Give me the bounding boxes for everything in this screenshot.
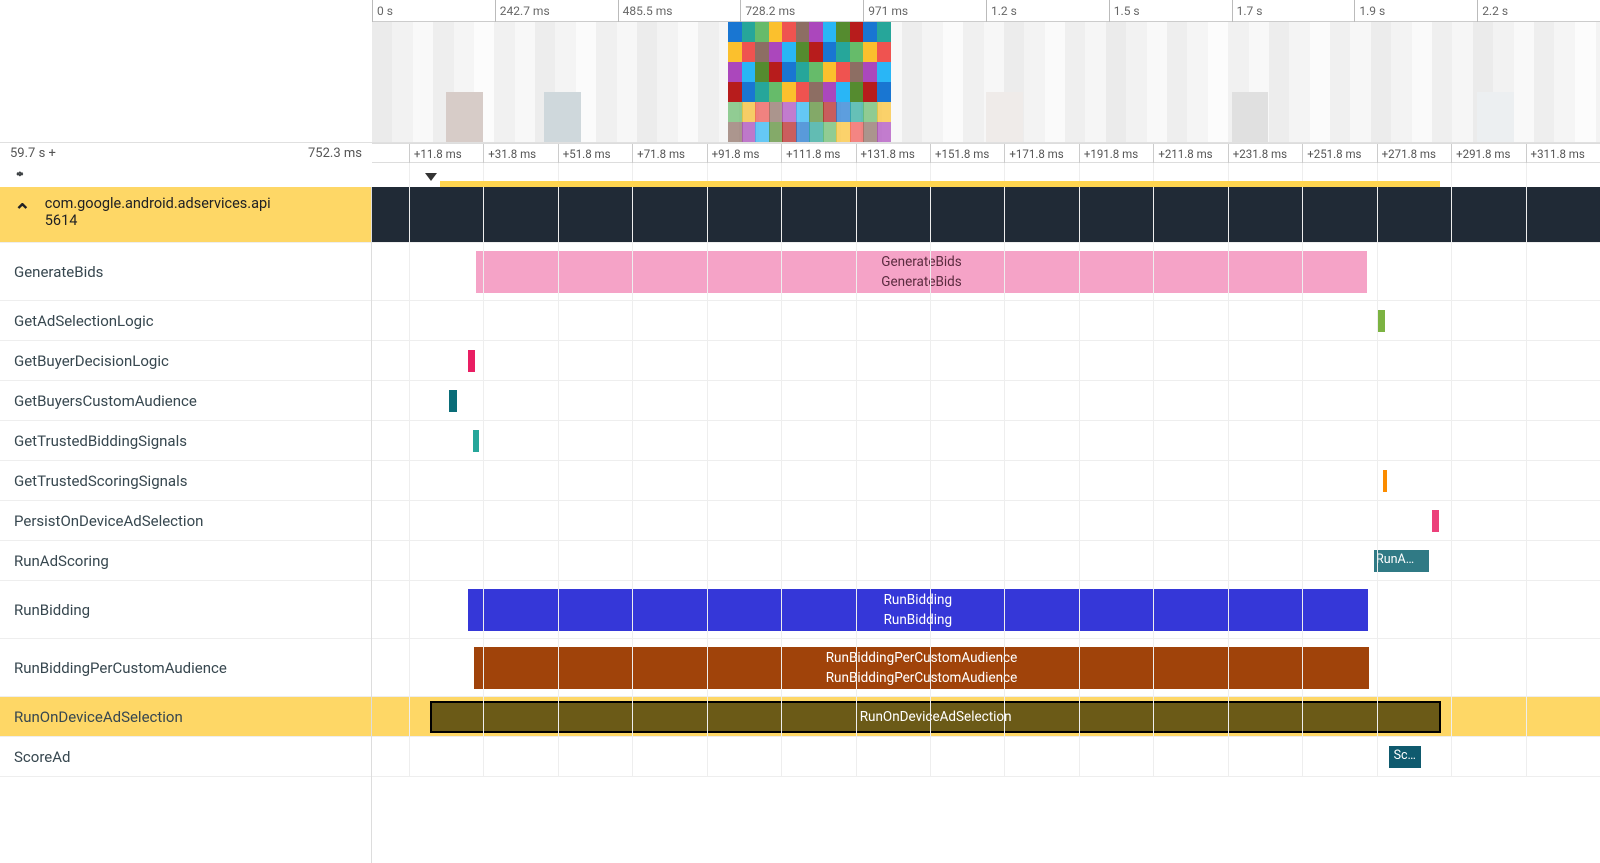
ruler-tick: +91.8 ms (707, 144, 760, 164)
track-label-persistondeviceadselection[interactable]: PersistOnDeviceAdSelection (0, 501, 371, 541)
slice-getbuyerscustomaudience[interactable] (449, 390, 456, 412)
track-label-getbuyerscustomaudience[interactable]: GetBuyersCustomAudience (0, 381, 371, 421)
chevron-up-icon: ⌃ (14, 199, 31, 223)
track-getadselectionlogic[interactable] (372, 301, 1600, 341)
ruler-tick: +51.8 ms (558, 144, 611, 164)
overview-tick: 2.2 s (1477, 0, 1508, 22)
slice-getadselectionlogic[interactable] (1377, 310, 1386, 332)
track-label-runondeviceadselection[interactable]: RunOnDeviceAdSelection (0, 697, 371, 737)
overview-tick: 1.5 s (1109, 0, 1140, 22)
overview-tick: 728.2 ms (740, 0, 795, 22)
ruler-tick: +271.8 ms (1377, 144, 1436, 164)
track-generatebids[interactable]: GenerateBids GenerateBids (372, 243, 1600, 301)
slice-runondeviceadselection[interactable]: RunOnDeviceAdSelection (431, 702, 1440, 732)
ruler-tick: +131.8 ms (856, 144, 915, 164)
slice-persistondeviceadselection[interactable] (1432, 510, 1439, 532)
track-label-runbiddingpercustomaudience[interactable]: RunBiddingPerCustomAudience (0, 639, 371, 697)
overview-tick: 0 s (372, 0, 393, 22)
ruler-tick: +171.8 ms (1004, 144, 1063, 164)
slice-gettrustedscoringsignals[interactable] (1383, 470, 1387, 492)
collapse-toggle[interactable]: ⌄ ⌃ (0, 163, 372, 187)
ruler-tick: +211.8 ms (1153, 144, 1212, 164)
ruler-tick: +191.8 ms (1079, 144, 1138, 164)
track-gettrustedbiddingsignals[interactable] (372, 421, 1600, 461)
slice-runbidding[interactable]: RunBidding RunBidding (468, 589, 1368, 631)
ruler-tick: +311.8 ms (1526, 144, 1585, 164)
track-scoread[interactable]: Sc… (372, 737, 1600, 777)
overview-minimap[interactable]: 0 s 242.7 ms 485.5 ms 728.2 ms 971 ms 1.2 s 1.… (0, 0, 1600, 143)
track-label-gettrustedbiddingsignals[interactable]: GetTrustedBiddingSignals (0, 421, 371, 461)
overview-ruler[interactable]: 0 s 242.7 ms 485.5 ms 728.2 ms 971 ms 1.2 s 1.… (372, 0, 1600, 22)
process-pid: 5614 (45, 212, 271, 229)
overview-tick: 1.7 s (1232, 0, 1263, 22)
ruler-tick: +111.8 ms (781, 144, 840, 164)
slice-runadscoring[interactable]: RunA… (1374, 550, 1429, 572)
ruler-tick: +251.8 ms (1302, 144, 1361, 164)
track-runbiddingpercustomaudience[interactable]: RunBiddingPerCustomAudience RunBiddingPe… (372, 639, 1600, 697)
slice-gettrustedbiddingsignals[interactable] (473, 430, 479, 452)
ruler-tick: +11.8 ms (409, 144, 462, 164)
ruler-tick: +151.8 ms (930, 144, 989, 164)
slice-generatebids[interactable]: GenerateBids GenerateBids (476, 251, 1366, 293)
process-name: com.google.android.adservices.api (45, 195, 271, 212)
overview-pixmap[interactable] (372, 22, 1600, 142)
ruler-tick: +71.8 ms (632, 144, 685, 164)
track-label-runbidding[interactable]: RunBidding (0, 581, 371, 639)
ruler-tick: +231.8 ms (1228, 144, 1287, 164)
track-label-getadselectionlogic[interactable]: GetAdSelectionLogic (0, 301, 371, 341)
track-runbidding[interactable]: RunBidding RunBidding (372, 581, 1600, 639)
track-gettrustedscoringsignals[interactable] (372, 461, 1600, 501)
track-label-runadscoring[interactable]: RunAdScoring (0, 541, 371, 581)
ruler-tick: +291.8 ms (1451, 144, 1510, 164)
chevron-up-icon: ⌃ (14, 173, 26, 183)
track-process-header[interactable] (372, 187, 1600, 243)
overview-tick: 971 ms (863, 0, 908, 22)
ruler-tick: +31.8 ms (483, 144, 536, 164)
track-label-generatebids[interactable]: GenerateBids (0, 243, 371, 301)
slice-scoread[interactable]: Sc… (1389, 746, 1421, 768)
track-getbuyerdecisionlogic[interactable] (372, 341, 1600, 381)
track-label-gettrustedscoringsignals[interactable]: GetTrustedScoringSignals (0, 461, 371, 501)
visible-end-time: 752.3 ms (308, 146, 362, 161)
overview-tick: 485.5 ms (618, 0, 673, 22)
slice-runbiddingpercustomaudience[interactable]: RunBiddingPerCustomAudience RunBiddingPe… (474, 647, 1369, 689)
overview-tick: 1.9 s (1354, 0, 1385, 22)
overview-tick: 1.2 s (986, 0, 1017, 22)
track-runondeviceadselection[interactable]: RunOnDeviceAdSelection (372, 697, 1600, 737)
detail-ruler[interactable]: 59.7 s + 752.3 ms +11.8 ms +31.8 ms +51.8 … (0, 143, 1600, 163)
track-persistondeviceadselection[interactable] (372, 501, 1600, 541)
slice-getbuyerdecisionlogic[interactable] (468, 350, 475, 372)
track-label-getbuyerdecisionlogic[interactable]: GetBuyerDecisionLogic (0, 341, 371, 381)
time-marker-icon[interactable] (425, 173, 437, 181)
track-label-scoread[interactable]: ScoreAd (0, 737, 371, 777)
track-getbuyerscustomaudience[interactable] (372, 381, 1600, 421)
visible-start-time: 59.7 s + (10, 146, 56, 161)
overview-tick: 242.7 ms (495, 0, 550, 22)
process-header[interactable]: ⌃ com.google.android.adservices.api 5614 (0, 187, 371, 243)
track-runadscoring[interactable]: RunA… (372, 541, 1600, 581)
